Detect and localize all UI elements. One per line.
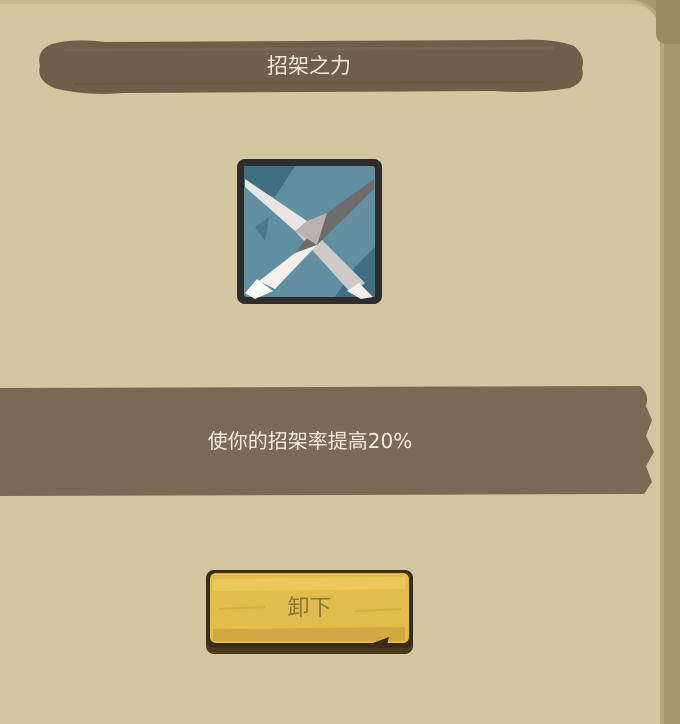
skill-title: 招架之力 (267, 54, 351, 78)
crossed-blades-icon (235, 157, 384, 306)
skill-description: 使你的招架率提高20% (207, 429, 413, 453)
description-band: 使你的招架率提高20% (0, 386, 656, 496)
unequip-button-label: 卸下 (287, 596, 332, 621)
unequip-button[interactable]: 卸下 (205, 569, 414, 656)
title-banner: 招架之力 (34, 36, 584, 96)
corner-ornament (656, 0, 680, 44)
